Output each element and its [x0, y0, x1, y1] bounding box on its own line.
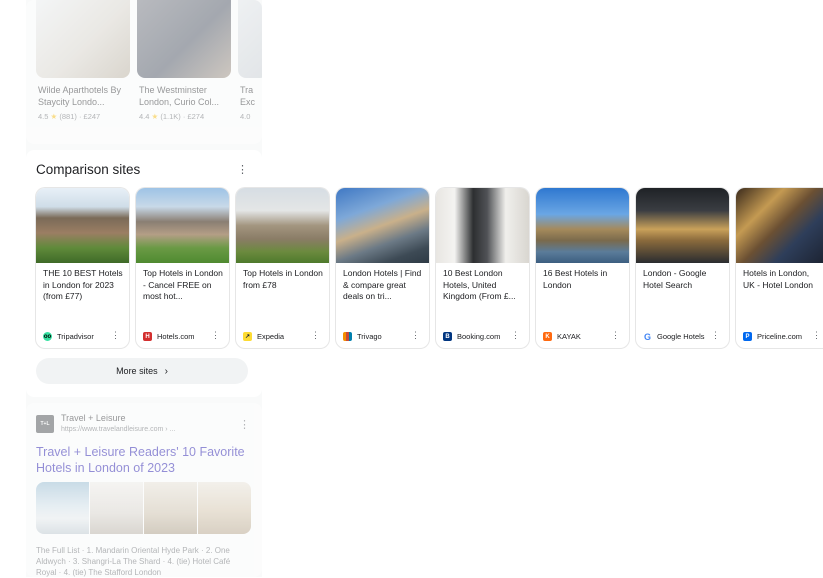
site-title: London Hotels | Find & compare great dea… — [343, 268, 422, 301]
site-source-name: Booking.com — [457, 332, 501, 341]
site-image — [36, 188, 129, 263]
comparison-site-card[interactable]: 16 Best Hotels in London K KAYAK ⋮ — [536, 188, 629, 348]
site-logo-icon: T+L — [36, 415, 54, 433]
tripadvisor-logo-icon: oo — [43, 332, 52, 341]
hotel-meta: 4.4 ★ (1.1K) · £274 — [139, 112, 205, 121]
hotel-rating: 4.0 — [240, 112, 251, 121]
result-headline[interactable]: Travel + Leisure Readers' 10 Favorite Ho… — [36, 444, 251, 476]
hotel-rating: 4.5 — [38, 112, 49, 121]
hotel-image — [137, 0, 231, 78]
more-options-icon[interactable]: ⋮ — [111, 330, 120, 341]
booking-logo-icon: B — [443, 332, 452, 341]
site-title: Top Hotels in London - Cancel FREE on mo… — [143, 268, 223, 301]
more-options-icon[interactable]: ⋮ — [411, 330, 420, 341]
site-image — [736, 188, 823, 263]
comparison-site-card[interactable]: London - Google Hotel Search G Google Ho… — [636, 188, 729, 348]
trivago-logo-icon — [343, 332, 352, 341]
result-site-name: Travel + Leisure — [61, 413, 126, 423]
search-result-card: T+L Travel + Leisure https://www.travela… — [26, 403, 262, 577]
site-source-name: Tripadvisor — [57, 332, 94, 341]
hotel-meta: 4.5 ★ (881) · £247 — [38, 112, 101, 121]
site-source: K KAYAK — [543, 332, 581, 341]
hotel-carousel-card: Wilde Aparthotels By Staycity Londo... 4… — [26, 0, 262, 144]
hotel-image — [36, 0, 130, 78]
hotel-reviews: (881) — [59, 112, 77, 121]
site-image — [436, 188, 529, 263]
comparison-site-card[interactable]: Top Hotels in London - Cancel FREE on mo… — [136, 188, 229, 348]
site-source-name: KAYAK — [557, 332, 581, 341]
site-source-name: Google Hotels — [657, 332, 705, 341]
site-source-name: Expedia — [257, 332, 285, 341]
more-sites-button[interactable]: More sites › — [36, 358, 248, 384]
hotel-price: £274 — [187, 112, 205, 121]
site-source: ↗ Expedia — [243, 332, 284, 341]
site-source-name: Priceline.com — [757, 332, 803, 341]
site-source-name: Hotels.com — [157, 332, 195, 341]
comparison-site-card[interactable]: Hotels in London, UK - Hotel London P Pr… — [736, 188, 823, 348]
hotel-item[interactable]: The Westminster London, Curio Col... 4.4… — [137, 0, 231, 121]
result-image — [198, 482, 251, 534]
result-image — [90, 482, 143, 534]
site-title: 10 Best London Hotels, United Kingdom (F… — [443, 268, 516, 301]
hotel-name: Tra Exc — [240, 85, 256, 107]
site-title: 16 Best Hotels in London — [543, 268, 608, 290]
more-options-icon[interactable]: ⋮ — [311, 330, 320, 341]
hotel-rating: 4.4 — [139, 112, 150, 121]
priceline-logo-icon: P — [743, 332, 752, 341]
site-image — [336, 188, 429, 263]
site-image — [536, 188, 629, 263]
result-image — [144, 482, 197, 534]
comparison-title: Comparison sites — [36, 162, 141, 177]
more-options-icon[interactable]: ⋮ — [611, 330, 620, 341]
site-source: G Google Hotels — [643, 331, 705, 342]
site-title: THE 10 BEST Hotels in London for 2023 (f… — [43, 268, 123, 301]
comparison-site-card[interactable]: 10 Best London Hotels, United Kingdom (F… — [436, 188, 529, 348]
site-title: London - Google Hotel Search — [643, 268, 707, 290]
site-image — [636, 188, 729, 263]
hotel-reviews: (1.1K) — [160, 112, 181, 121]
hotel-item[interactable]: Tra Exc 4.0 — [238, 0, 262, 121]
more-options-icon[interactable]: ⋮ — [511, 330, 520, 341]
comparison-site-card[interactable]: THE 10 BEST Hotels in London for 2023 (f… — [36, 188, 129, 348]
result-url[interactable]: https://www.travelandleisure.com › ... — [61, 426, 175, 433]
site-title: Hotels in London, UK - Hotel London — [743, 268, 813, 290]
more-sites-label: More sites — [116, 366, 158, 376]
site-title: Top Hotels in London from £78 — [243, 268, 323, 290]
chevron-right-icon: › — [164, 365, 168, 377]
expedia-logo-icon: ↗ — [243, 332, 252, 341]
kayak-logo-icon: K — [543, 332, 552, 341]
result-image — [36, 482, 89, 534]
hotel-name: Wilde Aparthotels By Staycity Londo... — [38, 85, 122, 107]
site-source: H Hotels.com — [143, 332, 195, 341]
star-icon: ★ — [151, 112, 159, 121]
star-icon: ★ — [50, 112, 58, 121]
comparison-site-card[interactable]: London Hotels | Find & compare great dea… — [336, 188, 429, 348]
hotel-name: The Westminster London, Curio Col... — [139, 85, 220, 107]
hotels-com-logo-icon: H — [143, 332, 152, 341]
result-snippet: The Full List · 1. Mandarin Oriental Hyd… — [36, 546, 231, 577]
more-options-icon[interactable]: ⋮ — [211, 330, 220, 341]
hotel-price: £247 — [83, 112, 101, 121]
site-image — [236, 188, 329, 263]
hotel-item[interactable]: Wilde Aparthotels By Staycity Londo... 4… — [36, 0, 130, 121]
hotel-image — [238, 0, 262, 78]
google-logo-icon: G — [643, 331, 652, 342]
more-options-icon[interactable]: ⋮ — [812, 330, 821, 341]
site-source: B Booking.com — [443, 332, 500, 341]
more-options-icon[interactable]: ⋮ — [237, 165, 248, 176]
site-source: P Priceline.com — [743, 332, 802, 341]
comparison-site-card[interactable]: Top Hotels in London from £78 ↗ Expedia … — [236, 188, 329, 348]
site-source: oo Tripadvisor — [43, 332, 94, 341]
site-source-name: Trivago — [357, 332, 382, 341]
site-source: Trivago — [343, 332, 382, 341]
more-options-icon[interactable]: ⋮ — [711, 330, 720, 341]
more-options-icon[interactable]: ⋮ — [239, 420, 250, 431]
site-image — [136, 188, 229, 263]
